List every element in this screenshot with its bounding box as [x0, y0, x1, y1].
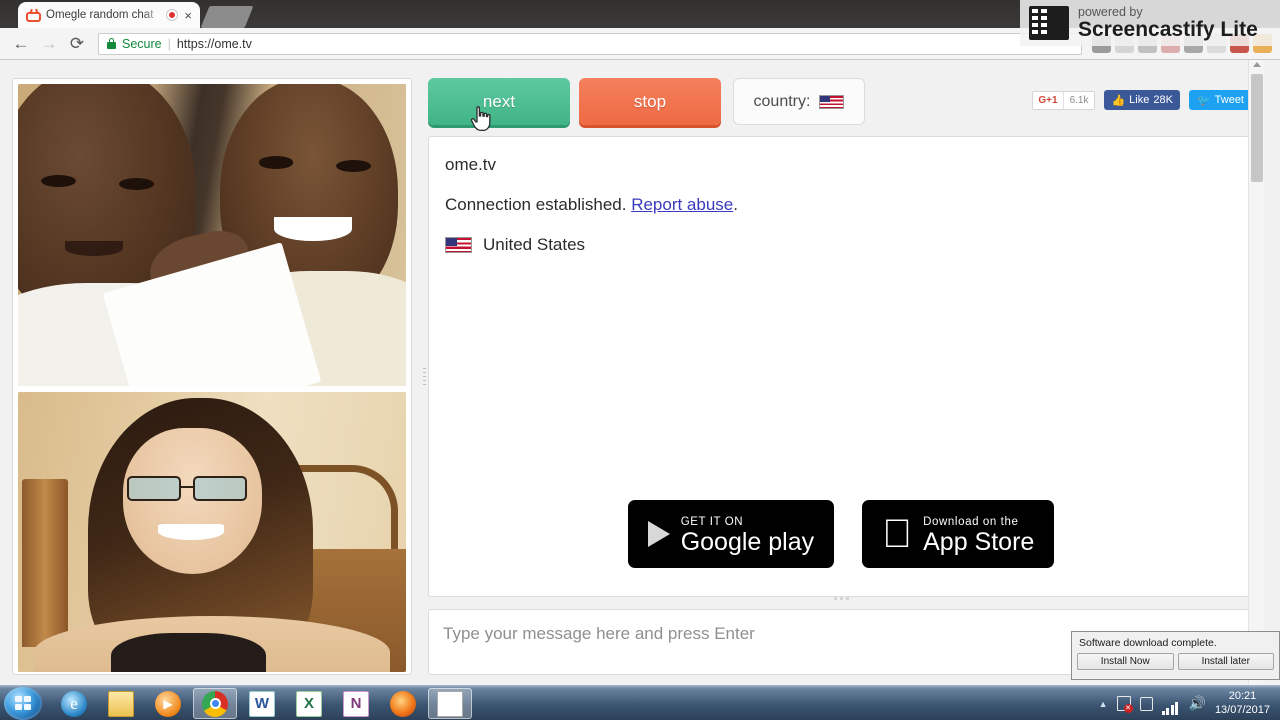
taskbar-item-mozilla-firefox[interactable] — [381, 688, 425, 719]
remote-video[interactable] — [18, 84, 406, 386]
facebook-count: 28K — [1153, 94, 1173, 106]
social-buttons: G+1 6.1k 👍 Like 28K 🐦 Tweet — [1032, 90, 1252, 110]
system-tray: ▲ ✕ 🔊 20:21 13/07/2017 — [1099, 686, 1276, 720]
volume-icon[interactable]: 🔊 — [1189, 695, 1206, 712]
reload-icon[interactable]: ⟳ — [64, 31, 90, 57]
taskbar-item-microsoft-excel[interactable]: X — [287, 688, 331, 719]
twitter-bird-icon: 🐦 — [1196, 94, 1211, 107]
chat-line-status: Connection established. Report abuse. — [445, 195, 1237, 215]
us-flag-icon — [445, 237, 472, 253]
status-suffix: . — [733, 195, 738, 214]
action-center-flag-icon[interactable]: ✕ — [1116, 696, 1133, 713]
taskbar-item-windows-explorer[interactable] — [99, 688, 143, 719]
clock-date: 13/07/2017 — [1214, 703, 1270, 716]
apple-icon:  — [882, 514, 912, 554]
page-viewport: next stop country: G+1 6.1k 👍 Like 28K 🐦… — [0, 60, 1280, 685]
taskbar-item-microsoft-onenote[interactable]: N — [334, 688, 378, 719]
screencastify-overlay: powered by Screencastify Lite — [1020, 0, 1280, 46]
taskbar-items: e ▶ W X N — [52, 688, 472, 719]
taskbar-item-internet-explorer[interactable]: e — [52, 688, 96, 719]
forward-icon[interactable]: → — [36, 31, 62, 57]
google-play-icon — [647, 521, 670, 547]
country-selector[interactable]: country: — [733, 78, 865, 125]
tv-icon — [26, 8, 41, 22]
scroll-up-icon[interactable] — [1253, 62, 1261, 67]
taskbar-item-document-window[interactable] — [428, 688, 472, 719]
omnibox-separator: | — [167, 36, 171, 51]
gplus-count: 6.1k — [1069, 94, 1089, 106]
record-dot-icon[interactable] — [167, 10, 178, 20]
taskbar-clock[interactable]: 20:21 13/07/2017 — [1215, 690, 1270, 718]
google-play-badge[interactable]: GET IT ON Google play — [627, 500, 835, 568]
close-icon[interactable]: × — [182, 9, 194, 22]
chat-controls: next stop country: G+1 6.1k 👍 Like 28K 🐦… — [428, 78, 1254, 134]
app-store-small: Download on the — [908, 516, 1018, 529]
status-text: Connection established. — [445, 195, 632, 214]
report-abuse-link[interactable]: Report abuse — [631, 195, 733, 214]
film-strip-icon — [1029, 6, 1069, 40]
facebook-label: Like — [1129, 94, 1150, 106]
app-store-badge[interactable]:  Download on the App Store — [862, 500, 1055, 568]
chat-line-country: United States — [445, 235, 1237, 255]
taskbar-item-windows-media-player[interactable]: ▶ — [146, 688, 190, 719]
address-bar[interactable]: Secure | https://ome.tv — [98, 32, 1082, 55]
download-notification: Software download complete. Install Now … — [1071, 631, 1280, 680]
lock-icon — [107, 38, 116, 49]
twitter-label: Tweet — [1214, 94, 1244, 106]
thumbs-up-icon: 👍 — [1111, 94, 1126, 107]
local-video[interactable] — [18, 392, 406, 672]
security-label: Secure — [122, 36, 162, 51]
windows-taskbar: e ▶ W X N ▲ ✕ 🔊 20:21 13/07/2017 — [0, 685, 1280, 720]
taskbar-item-google-chrome[interactable] — [193, 688, 237, 719]
new-tab-button[interactable] — [200, 6, 254, 28]
app-store-badges: GET IT ON Google play  Download on the … — [429, 500, 1253, 568]
chat-resize-handle[interactable] — [428, 594, 1254, 603]
video-panel — [12, 78, 412, 675]
clock-time: 20:21 — [1228, 689, 1257, 702]
facebook-like-button[interactable]: 👍 Like 28K — [1104, 90, 1180, 110]
scrollbar-thumb[interactable] — [1251, 74, 1263, 182]
mouse-cursor-pointer — [470, 106, 491, 132]
url-text: https://ome.tv — [176, 36, 252, 51]
power-icon[interactable] — [1139, 696, 1153, 711]
back-icon[interactable]: ← — [8, 31, 34, 57]
country-label: country: — [753, 92, 811, 110]
start-orb[interactable] — [4, 687, 42, 720]
google-play-small: GET IT ON — [680, 516, 744, 529]
next-button[interactable]: next — [428, 78, 570, 125]
install-later-button[interactable]: Install later — [1177, 653, 1274, 670]
network-icon[interactable] — [1161, 697, 1180, 715]
chat-line-site: ome.tv — [445, 155, 497, 174]
tab-title: Omegle random chat — [46, 9, 154, 21]
notification-message: Software download complete. — [1079, 637, 1217, 649]
browser-tab[interactable]: Omegle random chat × — [18, 2, 200, 28]
google-plus-button[interactable]: G+1 6.1k — [1032, 90, 1096, 110]
taskbar-item-microsoft-word[interactable]: W — [240, 688, 284, 719]
app-store-big: App Store — [908, 528, 1034, 557]
twitter-tweet-button[interactable]: 🐦 Tweet — [1188, 90, 1252, 110]
page-scrollbar[interactable] — [1248, 60, 1264, 685]
splitter-grip-icon — [423, 367, 426, 386]
chat-log[interactable]: ome.tv Connection established. Report ab… — [428, 136, 1254, 597]
gplus-label: G+1 — [1033, 91, 1064, 109]
show-hidden-icons-icon[interactable]: ▲ — [1099, 699, 1108, 709]
country-name: United States — [483, 235, 586, 254]
us-flag-icon — [819, 94, 845, 109]
google-play-big: Google play — [680, 528, 815, 557]
stop-button[interactable]: stop — [579, 78, 721, 125]
chat-panel: next stop country: G+1 6.1k 👍 Like 28K 🐦… — [428, 78, 1254, 675]
screencastify-product-name: Screencastify Lite — [1078, 18, 1258, 42]
install-now-button[interactable]: Install Now — [1077, 653, 1174, 670]
powered-by-label: powered by — [1078, 4, 1143, 19]
chrome-browser-window: Omegle random chat × ← → ⟳ Secure | http… — [0, 0, 1280, 685]
